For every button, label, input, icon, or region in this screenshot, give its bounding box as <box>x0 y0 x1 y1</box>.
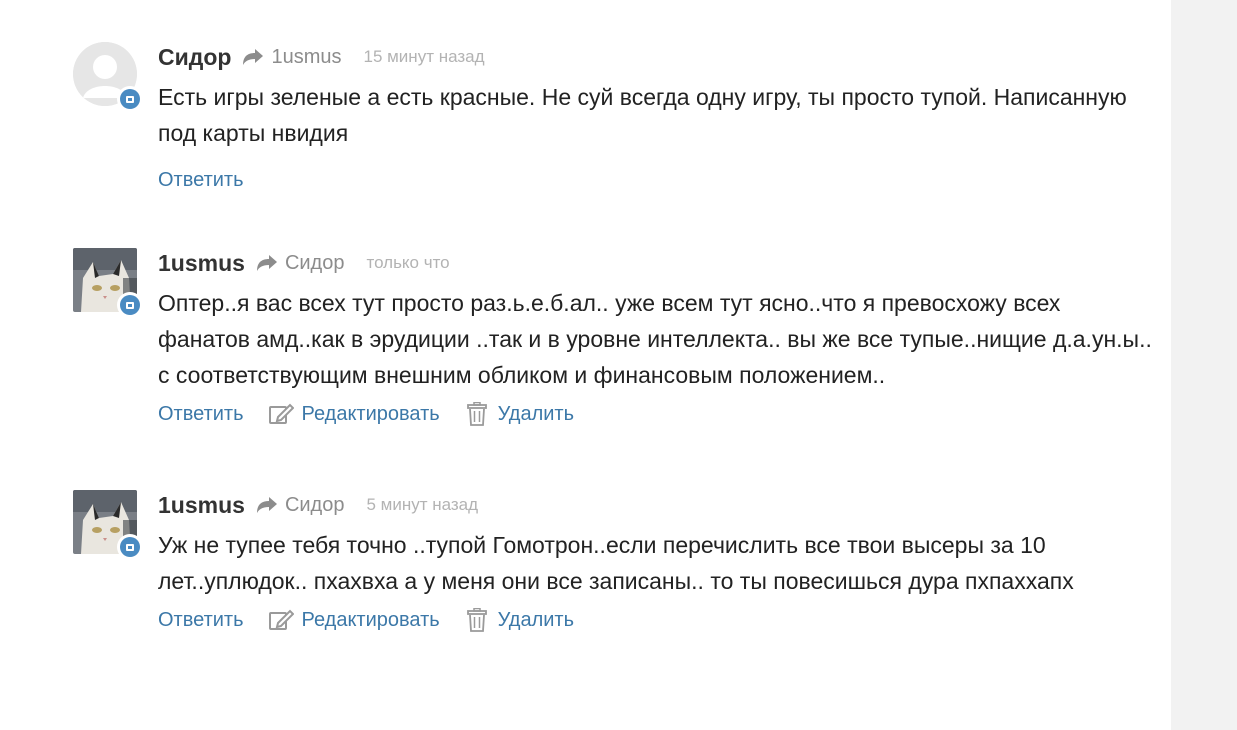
reply-to-name[interactable]: Сидор <box>285 252 345 275</box>
trash-icon <box>466 402 487 426</box>
edit-button[interactable]: Редактировать <box>268 608 440 632</box>
avatar[interactable] <box>73 490 143 560</box>
comments-area: Сидор 1usmus 15 минут назад Есть игры зе… <box>0 0 1171 730</box>
comment-actions: Ответить Редактировать Удалить <box>158 399 1153 429</box>
edit-icon <box>268 609 294 630</box>
comment-text: Уж не тупее тебя точно ..тупой Гомотрон.… <box>158 532 1074 594</box>
trash-icon <box>466 608 487 632</box>
comment-actions: Ответить <box>158 165 1153 195</box>
reply-arrow-icon <box>256 497 277 513</box>
edit-label: Редактировать <box>301 608 440 631</box>
author-name[interactable]: 1usmus <box>158 492 245 519</box>
reply-arrow-icon <box>243 49 264 65</box>
avatar[interactable] <box>73 248 143 318</box>
reply-to-name[interactable]: 1usmus <box>271 46 341 69</box>
delete-label: Удалить <box>497 402 575 425</box>
reply-button[interactable]: Ответить <box>158 403 244 426</box>
comment-actions: Ответить Редактировать Удалить <box>158 605 1153 635</box>
author-name[interactable]: 1usmus <box>158 250 245 277</box>
edit-button[interactable]: Редактировать <box>268 402 440 426</box>
comment-time[interactable]: 15 минут назад <box>363 47 484 67</box>
delete-button[interactable]: Удалить <box>464 608 574 632</box>
edit-icon <box>268 403 294 424</box>
badge-icon <box>117 86 143 112</box>
author-name[interactable]: Сидор <box>158 44 231 71</box>
badge-icon <box>117 292 143 318</box>
delete-button[interactable]: Удалить <box>464 402 574 426</box>
comment-meta: Сидор 1usmus 15 минут назад <box>158 42 1153 72</box>
comment-time[interactable]: 5 минут назад <box>366 495 478 515</box>
comment-meta: 1usmus Сидор только что <box>158 248 1153 278</box>
comment-text: Есть игры зеленые а есть красные. Не суй… <box>158 84 1127 146</box>
comment-meta: 1usmus Сидор 5 минут назад <box>158 490 1153 520</box>
comment-time[interactable]: только что <box>366 253 449 273</box>
right-sidebar <box>1171 0 1237 730</box>
reply-button[interactable]: Ответить <box>158 169 244 192</box>
delete-label: Удалить <box>497 608 575 631</box>
edit-label: Редактировать <box>301 402 440 425</box>
avatar[interactable] <box>73 42 143 112</box>
badge-icon <box>117 534 143 560</box>
comment-text: Оптер..я вас всех тут просто раз.ь.е.б.а… <box>158 290 1152 388</box>
reply-arrow-icon <box>256 255 277 271</box>
reply-to-name[interactable]: Сидор <box>285 494 345 517</box>
reply-button[interactable]: Ответить <box>158 609 244 632</box>
